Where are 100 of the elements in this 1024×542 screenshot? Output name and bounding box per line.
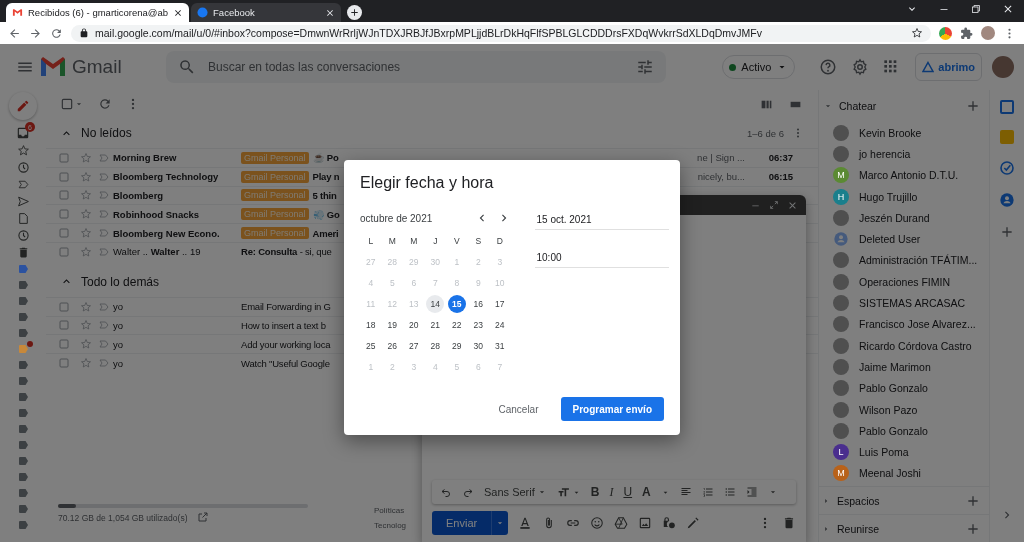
calendar-day[interactable]: 16 xyxy=(469,295,488,313)
close-icon[interactable] xyxy=(173,7,184,18)
puzzle-icon[interactable] xyxy=(960,26,973,40)
account-avatar[interactable] xyxy=(992,56,1014,78)
label-icon[interactable] xyxy=(16,439,30,451)
contact-name[interactable]: Ricardo Córdova Castro xyxy=(859,339,972,352)
star-icon[interactable] xyxy=(80,208,92,221)
extension-icon[interactable] xyxy=(939,26,952,40)
star-icon[interactable] xyxy=(80,189,92,202)
calendar-day[interactable]: 29 xyxy=(447,337,466,355)
tasks-icon[interactable] xyxy=(999,160,1015,176)
important-icon[interactable] xyxy=(98,357,110,370)
forward-icon[interactable] xyxy=(29,26,42,40)
schedule-send-button[interactable]: Programar envío xyxy=(560,397,664,421)
calendar-day[interactable]: 21 xyxy=(426,316,445,334)
emoji-icon[interactable] xyxy=(590,516,605,530)
calendar-day[interactable]: 20 xyxy=(404,316,423,334)
redo-icon[interactable] xyxy=(462,486,474,498)
indent-icon[interactable] xyxy=(745,486,758,498)
label-icon[interactable] xyxy=(16,295,30,307)
gmail-logo-icon[interactable] xyxy=(40,56,66,78)
star-icon[interactable] xyxy=(80,338,92,351)
lock-clock-icon[interactable] xyxy=(662,516,677,530)
chat-section-title[interactable]: Reunirse xyxy=(837,522,959,535)
search-icon[interactable] xyxy=(178,58,196,76)
contact-name[interactable]: Pablo Gonzalo xyxy=(859,424,928,437)
row-checkbox[interactable] xyxy=(58,208,70,221)
label-icon[interactable] xyxy=(16,423,30,435)
send-options-button[interactable] xyxy=(491,511,509,535)
contact-name[interactable]: Francisco Jose Alvarez... xyxy=(859,318,976,331)
numbered-list-icon[interactable] xyxy=(701,486,714,498)
contact-name[interactable]: Kevin Brooke xyxy=(859,126,922,139)
contact-name[interactable]: Wilson Pazo xyxy=(859,403,918,416)
calendar-day[interactable]: 23 xyxy=(469,316,488,334)
contact-name[interactable]: jo herencia xyxy=(859,147,911,160)
send-icon[interactable] xyxy=(16,195,30,208)
row-checkbox[interactable] xyxy=(58,338,70,351)
settings-icon[interactable] xyxy=(851,58,870,76)
important-icon[interactable] xyxy=(98,245,110,258)
bulleted-list-icon[interactable] xyxy=(723,486,736,498)
format-button[interactable]: A xyxy=(642,485,651,499)
image-icon[interactable] xyxy=(638,516,653,530)
contact-name[interactable]: Administración TFÁTIM... xyxy=(859,254,978,267)
label-icon[interactable] xyxy=(16,375,30,387)
pencil-icon[interactable] xyxy=(16,99,30,113)
star-icon[interactable] xyxy=(911,27,923,39)
star-icon[interactable] xyxy=(80,357,92,370)
label-icon[interactable] xyxy=(16,455,30,467)
refresh-icon[interactable] xyxy=(98,97,112,111)
star-icon[interactable] xyxy=(16,144,30,157)
calendar-icon[interactable] xyxy=(1000,100,1014,114)
organization-logo[interactable]: abrimo xyxy=(915,53,982,81)
star-icon[interactable] xyxy=(80,300,92,313)
contact-name[interactable]: Meenal Joshi xyxy=(859,467,921,480)
calendar-day[interactable]: 31 xyxy=(490,337,509,355)
row-checkbox[interactable] xyxy=(58,357,70,370)
contact-name[interactable]: Hugo Trujillo xyxy=(859,190,918,203)
calendar-day[interactable]: 14 xyxy=(426,295,445,313)
label-icon[interactable] xyxy=(16,263,30,275)
contacts-icon[interactable] xyxy=(999,192,1015,208)
row-checkbox[interactable] xyxy=(58,227,70,240)
clock-icon[interactable] xyxy=(16,161,30,174)
row-checkbox[interactable] xyxy=(58,151,70,164)
star-icon[interactable] xyxy=(80,151,92,164)
label-icon[interactable] xyxy=(16,407,30,419)
star-icon[interactable] xyxy=(80,245,92,258)
important-icon[interactable] xyxy=(98,208,110,221)
browser-tab[interactable]: Facebook xyxy=(191,3,342,22)
important-icon[interactable] xyxy=(98,300,110,313)
label-icon[interactable] xyxy=(16,359,30,371)
contact-name[interactable]: Operaciones FIMIN xyxy=(859,275,951,288)
label-icon[interactable] xyxy=(16,503,30,515)
time-field[interactable]: 10:00 xyxy=(534,248,669,268)
chat-section-title[interactable]: Espacios xyxy=(837,494,959,507)
close-icon[interactable] xyxy=(325,7,336,18)
label-icon[interactable] xyxy=(16,279,30,291)
back-icon[interactable] xyxy=(8,26,21,40)
star-icon[interactable] xyxy=(80,319,92,332)
filter-options-icon[interactable] xyxy=(636,58,654,76)
important-icon[interactable] xyxy=(98,170,110,183)
calendar-day[interactable]: 19 xyxy=(383,316,402,334)
cancel-button[interactable]: Cancelar xyxy=(490,397,547,421)
calendar-day[interactable]: 27 xyxy=(404,337,423,355)
calendar-day[interactable]: 24 xyxy=(490,316,509,334)
important-icon[interactable] xyxy=(98,227,110,240)
label-icon[interactable] xyxy=(16,519,30,531)
star-icon[interactable] xyxy=(80,227,92,240)
profile-avatar[interactable] xyxy=(981,26,995,40)
undo-icon[interactable] xyxy=(440,486,452,498)
reload-icon[interactable] xyxy=(50,26,63,40)
calendar-day[interactable]: 30 xyxy=(469,337,488,355)
trash-icon[interactable] xyxy=(782,516,796,530)
important-icon[interactable] xyxy=(98,338,110,351)
format-button[interactable]: U xyxy=(623,485,633,499)
label-icon[interactable] xyxy=(16,391,30,403)
restore-icon[interactable] xyxy=(970,3,982,15)
label-icon[interactable] xyxy=(16,487,30,499)
external-link-icon[interactable] xyxy=(197,511,210,523)
important-icon[interactable] xyxy=(98,151,110,164)
calendar-day[interactable]: 25 xyxy=(361,337,380,355)
